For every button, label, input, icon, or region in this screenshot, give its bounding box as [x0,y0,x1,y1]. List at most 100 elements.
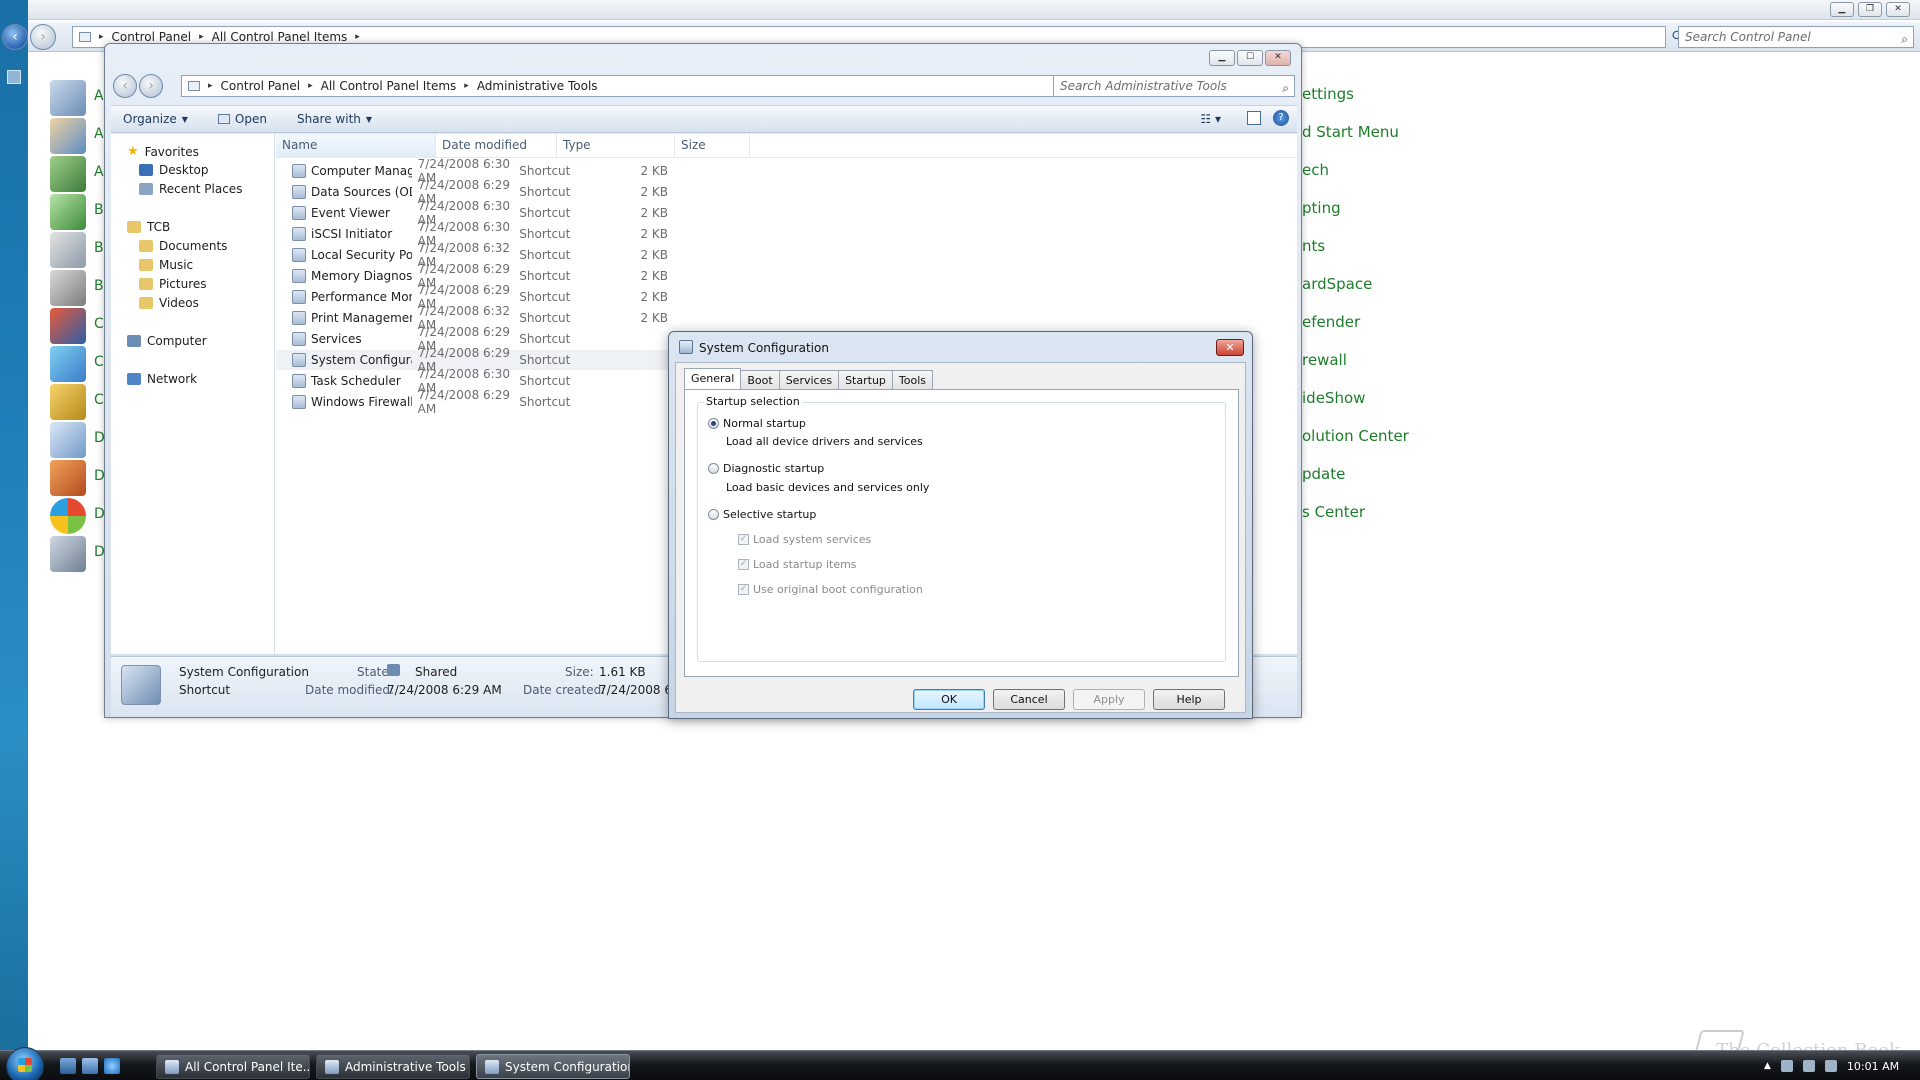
task-control-panel[interactable]: All Control Panel Ite... [156,1054,310,1079]
cp-item-label[interactable]: B [94,278,104,294]
tab-startup[interactable]: Startup [838,370,893,389]
autoplay-icon[interactable] [50,156,86,192]
desktop-gadgets-icon[interactable] [50,498,86,534]
cp-link[interactable]: s Center [1302,503,1365,521]
cp-item-label[interactable]: C [94,316,104,332]
cp-item-label[interactable]: C [94,354,104,370]
search-icon[interactable]: ⌕ [1282,78,1289,98]
cp-link[interactable]: ideShow [1302,389,1365,407]
nav-pictures[interactable]: Pictures [139,277,207,291]
admin-tools-icon[interactable] [50,80,86,116]
color-management-icon[interactable] [50,308,86,344]
show-hidden-icons-icon[interactable]: ▲ [1764,1061,1771,1071]
nav-desktop[interactable]: Desktop [139,163,209,177]
normal-startup-radio[interactable]: Normal startup [708,417,806,430]
column-header-size[interactable]: Size [675,134,750,158]
ok-button[interactable]: OK [913,689,985,710]
back-button[interactable]: ‹ [113,74,137,98]
nav-network[interactable]: Network [127,372,197,386]
cp-item-label[interactable]: A [94,88,104,104]
tab-tools[interactable]: Tools [891,370,934,389]
cancel-button[interactable]: Cancel [993,689,1065,710]
restore-button[interactable]: ❐ [1858,2,1882,17]
cp-link[interactable]: efender [1302,313,1360,331]
help-icon[interactable]: ? [1273,110,1289,126]
close-button[interactable]: ✕ [1265,50,1291,66]
start-button[interactable] [6,1047,44,1080]
cp-link[interactable]: ardSpace [1302,275,1372,293]
tab-boot[interactable]: Boot [740,370,780,389]
column-header-type[interactable]: Type [557,134,675,158]
explorer-address-field[interactable]: ▸ Control Panel ▸ All Control Panel Item… [181,75,1115,97]
biometric-icon[interactable] [50,232,86,268]
nav-documents[interactable]: Documents [139,239,227,253]
cp-item-label[interactable]: C [94,392,104,408]
file-row[interactable]: Windows Firewall wi... 7/24/2008 6:29 AM… [276,388,676,416]
breadcrumb-control-panel[interactable]: Control Panel [112,30,192,44]
minimize-button[interactable]: ▁ [1209,50,1235,66]
help-button[interactable]: Help [1153,689,1225,710]
task-administrative-tools[interactable]: Administrative Tools [316,1054,470,1079]
network-status-icon[interactable] [1802,1060,1815,1072]
cp-link[interactable]: olution Center [1302,427,1409,445]
tab-services[interactable]: Services [778,370,840,389]
date-time-icon[interactable] [50,422,86,458]
backup-icon[interactable] [50,194,86,230]
volume-icon[interactable] [1824,1060,1837,1072]
switch-windows-icon[interactable] [82,1058,98,1074]
maximize-button[interactable]: ☐ [1237,50,1263,66]
minimize-button[interactable]: ▁ [1830,2,1854,17]
nav-music[interactable]: Music [139,258,193,272]
forward-button[interactable]: › [30,24,56,50]
cp-link[interactable]: pdate [1302,465,1345,483]
cp-item-label[interactable]: A [94,126,104,142]
security-icon[interactable] [1780,1060,1793,1072]
breadcrumb-administrative-tools[interactable]: Administrative Tools [477,79,598,93]
nav-recent-places[interactable]: Recent Places [139,182,242,196]
cp-item-label[interactable]: A [94,164,104,180]
users-icon[interactable] [50,118,86,154]
column-header-date[interactable]: Date modified [436,134,557,158]
control-panel-search-input[interactable]: Search Control Panel ⌕ [1678,26,1914,48]
internet-explorer-icon[interactable] [104,1058,120,1074]
nav-computer[interactable]: Computer [127,334,207,348]
device-manager-icon[interactable] [50,536,86,572]
forward-button[interactable]: › [139,74,163,98]
default-programs-icon[interactable] [50,460,86,496]
clock[interactable]: 10:01 AM [1847,1060,1899,1073]
bitlocker-icon[interactable] [50,270,86,306]
views-icon[interactable]: ☷ ▾ [1200,112,1221,126]
credential-icon[interactable] [50,346,86,382]
cp-link[interactable]: ettings [1302,85,1354,103]
cp-link[interactable]: pting [1302,199,1341,217]
back-button[interactable]: ‹ [2,24,28,50]
show-desktop-icon[interactable] [60,1058,76,1074]
cp-link[interactable]: rewall [1302,351,1347,369]
nav-videos[interactable]: Videos [139,296,199,310]
organize-button[interactable]: Organize ▼ [123,112,188,126]
task-system-configuration[interactable]: System Configuration [476,1054,630,1079]
close-button[interactable]: ✕ [1216,339,1244,356]
magnifier-icon[interactable] [50,384,86,420]
share-with-button[interactable]: Share with ▼ [297,112,372,126]
search-icon[interactable]: ⌕ [1901,29,1908,49]
cp-link[interactable]: nts [1302,237,1325,255]
explorer-search-input[interactable]: Search Administrative Tools ⌕ [1053,75,1295,97]
nav-favorites[interactable]: ★ Favorites [127,144,199,159]
breadcrumb-control-panel[interactable]: Control Panel [221,79,301,93]
breadcrumb-all-items[interactable]: All Control Panel Items [212,30,348,44]
open-button[interactable]: Open [217,112,267,126]
preview-pane-icon[interactable] [1247,111,1261,125]
nav-user-folder[interactable]: TCB [127,220,170,234]
selective-startup-radio[interactable]: Selective startup [708,508,816,521]
breadcrumb-all-items[interactable]: All Control Panel Items [321,79,457,93]
column-header-name[interactable]: Name [276,134,436,158]
close-button[interactable]: ✕ [1886,2,1910,17]
cp-link[interactable]: d Start Menu [1302,123,1399,141]
desktop-shortcut-icon[interactable] [7,70,21,84]
diagnostic-startup-radio[interactable]: Diagnostic startup [708,462,824,475]
cp-item-label[interactable]: B [94,240,104,256]
cp-item-label[interactable]: B [94,202,104,218]
cp-link[interactable]: ech [1302,161,1329,179]
tab-general[interactable]: General [684,368,742,389]
